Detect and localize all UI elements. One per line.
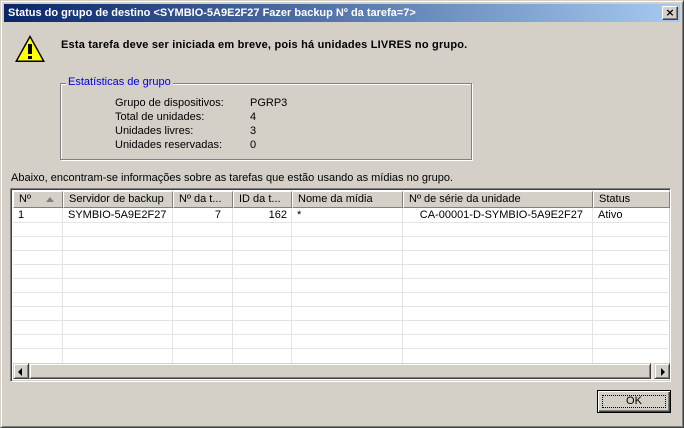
grid-line xyxy=(13,222,670,223)
cell-media-name: * xyxy=(297,209,302,221)
stat-value-free-units: 3 xyxy=(250,125,257,137)
column-header-job-number[interactable]: Nº da t... xyxy=(173,191,233,208)
column-header-job-id[interactable]: ID da t... xyxy=(233,191,292,208)
stat-label-reserved-units: Unidades reservadas: xyxy=(115,139,223,151)
grid-line xyxy=(13,334,670,335)
grid-line xyxy=(291,208,292,367)
cell-job-number: 7 xyxy=(214,209,221,221)
close-icon: × xyxy=(665,6,675,19)
grid-line xyxy=(13,278,670,279)
column-header-number[interactable]: Nº xyxy=(13,191,63,208)
stat-value-device-group: PGRP3 xyxy=(250,97,288,109)
scroll-left-button[interactable] xyxy=(13,363,29,379)
column-header-status[interactable]: Status xyxy=(593,191,670,208)
cell-job-id: 162 xyxy=(268,209,287,221)
column-header-number-label: Nº xyxy=(19,193,31,205)
grid-line xyxy=(592,208,593,367)
grid-line xyxy=(13,348,670,349)
dialog-window: Status do grupo de destino <SYMBIO-5A9E2… xyxy=(0,0,684,428)
cell-status: Ativo xyxy=(598,209,623,221)
grid-line xyxy=(232,208,233,367)
grid-line xyxy=(172,208,173,367)
cell-number: 1 xyxy=(18,209,25,221)
cell-drive-serial: CA-00001-D-SYMBIO-5A9E2F27 xyxy=(419,209,583,221)
grid-line xyxy=(62,208,63,367)
title-bar[interactable]: Status do grupo de destino <SYMBIO-5A9E2… xyxy=(4,4,680,22)
stat-value-total-units: 4 xyxy=(250,111,257,123)
focus-rect xyxy=(602,395,666,408)
grid-line xyxy=(13,236,670,237)
scroll-left-arrow-icon xyxy=(18,368,22,376)
list-header: Nº Servidor de backup Nº da t... ID da t… xyxy=(13,191,670,208)
column-header-media-name[interactable]: Nome da mídia xyxy=(292,191,403,208)
grid-line xyxy=(13,264,670,265)
group-statistics-box: Estatísticas de grupo Grupo de dispositi… xyxy=(60,76,472,160)
column-header-drive-serial[interactable]: Nº de série da unidade xyxy=(403,191,593,208)
scroll-right-arrow-icon xyxy=(661,368,665,376)
stat-value-reserved-units: 0 xyxy=(250,139,257,151)
scrollbar-thumb[interactable] xyxy=(29,363,651,379)
window-title: Status do grupo de destino <SYMBIO-5A9E2… xyxy=(8,7,416,19)
grid-line xyxy=(13,306,670,307)
warning-message: Esta tarefa deve ser iniciada em breve, … xyxy=(61,39,468,51)
stat-label-free-units: Unidades livres: xyxy=(115,125,194,137)
column-header-backup-server[interactable]: Servidor de backup xyxy=(63,191,173,208)
sort-ascending-icon xyxy=(46,197,54,202)
grid-line xyxy=(13,320,670,321)
horizontal-scrollbar[interactable] xyxy=(13,363,670,379)
grid-line xyxy=(402,208,403,367)
jobs-list-view[interactable]: Nº Servidor de backup Nº da t... ID da t… xyxy=(10,188,671,382)
grid-line xyxy=(13,250,670,251)
info-text: Abaixo, encontram-se informações sobre a… xyxy=(11,172,454,184)
grid-line xyxy=(13,292,670,293)
scroll-right-button[interactable] xyxy=(654,363,670,379)
stat-label-total-units: Total de unidades: xyxy=(115,111,205,123)
cell-backup-server: SYMBIO-5A9E2F27 xyxy=(68,209,167,221)
stat-label-device-group: Grupo de dispositivos: xyxy=(115,97,224,109)
group-statistics-legend: Estatísticas de grupo xyxy=(66,76,173,88)
close-button[interactable]: × xyxy=(662,6,678,20)
warning-icon xyxy=(15,35,45,62)
ok-button[interactable]: OK xyxy=(597,390,671,413)
